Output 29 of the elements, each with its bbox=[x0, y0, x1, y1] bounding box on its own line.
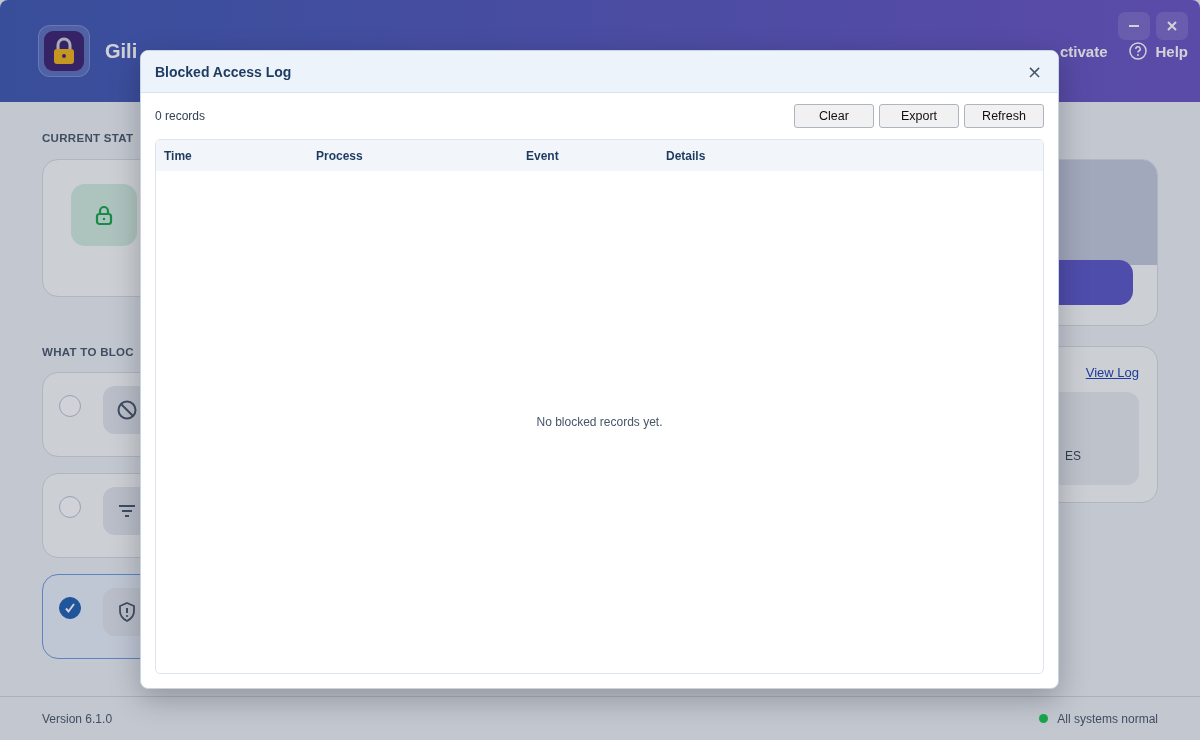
column-header[interactable]: Details bbox=[666, 148, 706, 163]
toolbar-button[interactable]: Clear bbox=[794, 104, 874, 128]
section-heading: CURRENT STAT bbox=[42, 131, 135, 146]
view-log-link[interactable]: View Log bbox=[1085, 365, 1139, 380]
shield-icon bbox=[118, 602, 136, 622]
toolbar-button[interactable]: Export bbox=[879, 104, 959, 128]
activate-link[interactable]: ctivate bbox=[1059, 42, 1108, 60]
radio-button[interactable] bbox=[59, 395, 81, 417]
record-count: 0 records bbox=[155, 109, 206, 123]
filter-icon bbox=[118, 504, 136, 518]
column-header[interactable]: Event bbox=[526, 148, 666, 163]
toolbar-button[interactable]: Refresh bbox=[964, 104, 1044, 128]
column-header[interactable]: Process bbox=[316, 148, 526, 163]
radio-button[interactable] bbox=[59, 597, 81, 619]
close-icon bbox=[1166, 20, 1178, 32]
help-link[interactable]: Help bbox=[1129, 42, 1188, 60]
summary-text: ES bbox=[1065, 449, 1081, 463]
checkmark-icon bbox=[64, 602, 76, 614]
close-button[interactable]: × bbox=[1024, 62, 1044, 81]
empty-message: No blocked records yet. bbox=[536, 415, 663, 429]
column-header[interactable]: Time bbox=[164, 148, 316, 163]
app-title: Gili bbox=[105, 39, 138, 63]
prohibited-icon bbox=[116, 399, 138, 421]
status-text: All systems normal bbox=[1057, 711, 1158, 726]
dialog-title: Blocked Access Log bbox=[155, 63, 293, 80]
help-icon bbox=[1129, 42, 1148, 60]
version-text: Version 6.1.0 bbox=[42, 711, 114, 726]
radio-button[interactable] bbox=[59, 496, 81, 518]
section-heading: WHAT TO BLOC bbox=[42, 345, 135, 360]
